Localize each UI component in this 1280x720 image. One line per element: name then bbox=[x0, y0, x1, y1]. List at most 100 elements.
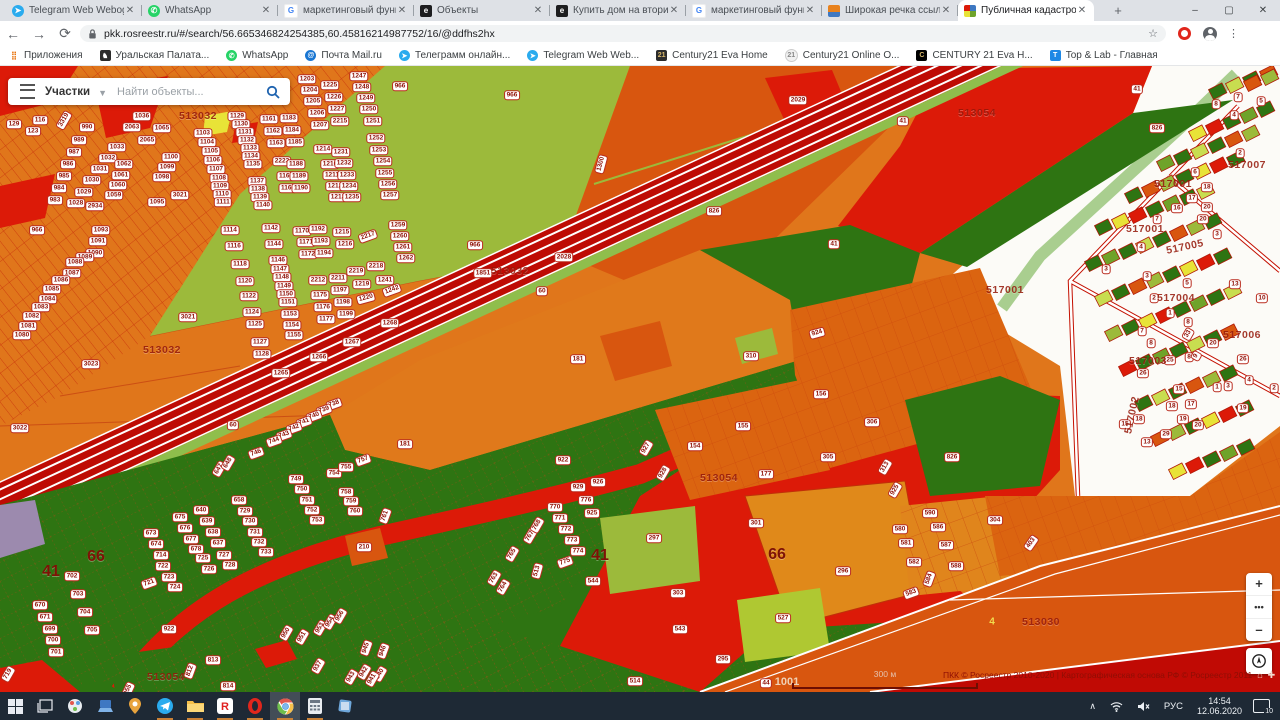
tab-close-icon[interactable]: ✕ bbox=[532, 5, 544, 17]
parcel-label[interactable]: 1214 bbox=[313, 144, 333, 154]
parcel-label[interactable]: 403 bbox=[1022, 533, 1040, 553]
zoom-out-button[interactable]: – bbox=[1246, 618, 1272, 641]
extension-icon[interactable] bbox=[1178, 27, 1191, 40]
parcel-label[interactable]: 1203 bbox=[297, 74, 317, 84]
parcel-label[interactable]: 41 bbox=[896, 116, 910, 126]
parcel-label[interactable]: 1190 bbox=[291, 183, 311, 193]
parcel-label[interactable]: 1851 bbox=[473, 268, 493, 278]
parcel-label[interactable]: 590 bbox=[922, 508, 938, 518]
home-icon[interactable]: ⌂ bbox=[1257, 670, 1262, 680]
bookmark-1[interactable]: ⣿ Приложения bbox=[8, 50, 82, 61]
bookmark-2[interactable]: ♞ Уральская Палата... bbox=[99, 50, 209, 61]
parcel-label[interactable]: 1135 bbox=[243, 159, 263, 169]
parcel-label[interactable]: 924 bbox=[808, 326, 826, 340]
parcel-label[interactable]: 926 bbox=[590, 477, 606, 487]
parcel-label[interactable]: 155 bbox=[735, 421, 751, 431]
parcel-label[interactable]: 1227 bbox=[327, 104, 347, 114]
tab-close-icon[interactable]: ✕ bbox=[668, 5, 680, 17]
parcel-label[interactable]: 813 bbox=[205, 655, 221, 665]
parcel-label[interactable]: 966 bbox=[467, 240, 483, 250]
parcel-label[interactable]: 955 bbox=[120, 680, 136, 692]
tab-close-icon[interactable]: ✕ bbox=[804, 5, 816, 17]
parcel-label[interactable]: 3023 bbox=[81, 359, 101, 369]
parcel-label[interactable]: 714 bbox=[153, 550, 169, 560]
parcel-label[interactable]: 588 bbox=[948, 561, 964, 571]
parcel-label[interactable]: 1207 bbox=[310, 120, 330, 130]
forward-button[interactable]: → bbox=[26, 26, 52, 42]
chevron-down-icon[interactable]: ▼ bbox=[98, 88, 107, 98]
parcel-label[interactable]: 2 bbox=[1269, 383, 1279, 393]
parcel-label[interactable]: 3 bbox=[1142, 271, 1152, 281]
search-category-dropdown[interactable]: Участки bbox=[45, 86, 90, 98]
tab-close-icon[interactable]: ✕ bbox=[1076, 5, 1088, 17]
taskbar-app-edge-icon[interactable] bbox=[330, 692, 360, 720]
parcel-label[interactable]: 984 bbox=[51, 183, 67, 193]
parcel-label[interactable]: 26 bbox=[1136, 368, 1150, 378]
parcel-label[interactable]: 19 bbox=[1236, 403, 1250, 413]
parcel-label[interactable]: 296 bbox=[835, 566, 851, 576]
taskbar-file-explorer-icon[interactable] bbox=[180, 692, 210, 720]
parcel-label[interactable]: 17 bbox=[1184, 399, 1198, 409]
parcel-label[interactable]: 640 bbox=[193, 505, 209, 515]
parcel-label[interactable]: 60 bbox=[535, 286, 549, 296]
parcel-label[interactable]: 1082 bbox=[22, 311, 42, 321]
back-button[interactable]: ← bbox=[0, 26, 26, 42]
parcel-label[interactable]: 1192 bbox=[308, 224, 328, 234]
parcel-label[interactable]: 728 bbox=[222, 560, 238, 570]
parcel-label[interactable]: 757 bbox=[353, 452, 373, 468]
tab-2[interactable]: ✆ WhatsApp ✕ bbox=[142, 0, 278, 21]
parcel-label[interactable]: 20 bbox=[1206, 338, 1220, 348]
parcel-label[interactable]: 1059 bbox=[104, 190, 124, 200]
parcel-label[interactable]: 1185 bbox=[285, 137, 305, 147]
parcel-label[interactable]: 1093 bbox=[91, 225, 111, 235]
parcel-label[interactable]: 18 bbox=[1200, 182, 1214, 192]
parcel-label[interactable]: 543 bbox=[672, 624, 688, 634]
parcel-label[interactable]: 1177 bbox=[316, 314, 336, 324]
parcel-label[interactable]: 1255 bbox=[375, 168, 395, 178]
tab-6[interactable]: Gмаркетинговый функцион✕ bbox=[686, 0, 822, 21]
address-bar[interactable]: pkk.rosreestr.ru/#/search/56.66534682425… bbox=[80, 25, 1166, 42]
parcel-label[interactable]: 297 bbox=[646, 533, 662, 543]
parcel-label[interactable]: 966 bbox=[392, 81, 408, 91]
parcel-label[interactable]: 13 bbox=[1228, 279, 1242, 289]
parcel-label[interactable]: 8 bbox=[1183, 317, 1193, 327]
tab-close-icon[interactable]: ✕ bbox=[940, 5, 952, 17]
bookmark-7[interactable]: 21 Century21 Eva Home bbox=[656, 50, 768, 61]
parcel-label[interactable]: 7 bbox=[1233, 92, 1243, 102]
parcel-label[interactable]: 1235 bbox=[342, 192, 362, 202]
parcel-label[interactable]: 1060 bbox=[108, 180, 128, 190]
map-canvas[interactable]: 1103 1104 1105 1106 1107 1108 1109 1110 1111 1129… bbox=[0, 66, 1280, 692]
parcel-label[interactable]: 1256 bbox=[378, 179, 398, 189]
parcel-label[interactable]: 1252 bbox=[366, 133, 386, 143]
taskbar-telegram-icon[interactable] bbox=[150, 692, 180, 720]
parcel-label[interactable]: 1062 bbox=[114, 159, 134, 169]
parcel-label[interactable]: 303 bbox=[670, 588, 686, 598]
parcel-label[interactable]: 1197 bbox=[330, 285, 350, 295]
parcel-label[interactable]: 1241 bbox=[375, 275, 395, 285]
parcel-label[interactable]: 3319 bbox=[55, 109, 73, 131]
parcel-label[interactable]: 1 bbox=[1165, 308, 1175, 318]
parcel-label[interactable]: 770 bbox=[547, 502, 563, 512]
parcel-label[interactable]: 1189 bbox=[289, 171, 309, 181]
tab-close-icon[interactable]: ✕ bbox=[260, 5, 272, 17]
parcel-label[interactable]: 1266 bbox=[309, 352, 329, 362]
parcel-label[interactable]: 1226 bbox=[324, 92, 344, 102]
parcel-label[interactable]: 7 bbox=[1137, 326, 1147, 336]
parcel-label[interactable]: 2215 bbox=[330, 116, 350, 126]
bookmark-8[interactable]: 21 Century21 Online O... bbox=[784, 49, 899, 62]
parcel-label[interactable]: 727 bbox=[216, 550, 232, 560]
parcel-label[interactable]: 1183 bbox=[279, 113, 299, 123]
parcel-label[interactable]: 1080 bbox=[12, 330, 32, 340]
parcel-label[interactable]: 639 bbox=[199, 516, 215, 526]
parcel-label[interactable]: 637 bbox=[210, 538, 226, 548]
layers-more-button[interactable]: ••• bbox=[1246, 595, 1272, 618]
parcel-label[interactable]: 20 bbox=[1196, 214, 1210, 224]
parcel-label[interactable]: 1216 bbox=[335, 239, 355, 249]
parcel-label[interactable]: 1253 bbox=[369, 145, 389, 155]
parcel-label[interactable]: 753 bbox=[309, 515, 325, 525]
parcel-label[interactable]: 44 bbox=[759, 678, 773, 688]
parcel-label[interactable]: 726 bbox=[201, 564, 217, 574]
parcel-label[interactable]: 2212 bbox=[308, 275, 328, 285]
parcel-label[interactable]: 1031 bbox=[90, 164, 110, 174]
parcel-label[interactable]: 724 bbox=[167, 582, 183, 592]
